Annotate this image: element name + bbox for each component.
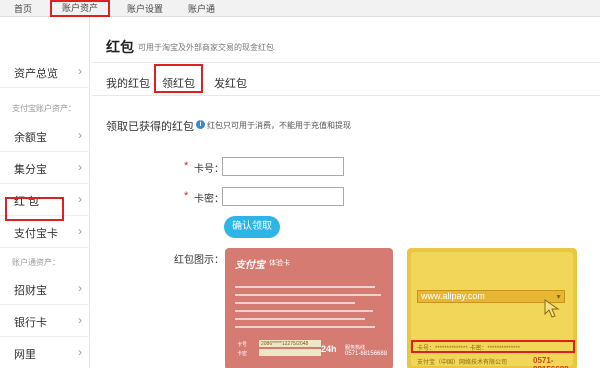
- sidebar-item-label: 余额宝: [14, 132, 47, 144]
- sidebar-item-wangli[interactable]: 网里 ›: [0, 337, 90, 368]
- chevron-right-icon: ›: [78, 224, 82, 238]
- card-kind: 体验卡: [269, 260, 290, 267]
- sidebar-group-alipay: 支付宝账户资产：: [12, 104, 76, 113]
- tab-highlight-box: [154, 64, 203, 93]
- 24h-logo: 24h: [321, 344, 337, 354]
- text-line: [235, 310, 373, 312]
- mouse-cursor-icon: [544, 299, 560, 318]
- info-icon: i: [196, 120, 205, 129]
- service-phone: 0571-88156688: [533, 356, 569, 368]
- sidebar-item-zhaocaibao[interactable]: 招财宝 ›: [0, 273, 90, 305]
- required-mark: *: [184, 160, 189, 172]
- text-line: [235, 318, 365, 320]
- chevron-right-icon: ›: [78, 64, 82, 78]
- sidebar-item-jifenbao[interactable]: 集分宝 ›: [0, 152, 90, 184]
- claim-section-label: 领取已获得的红包: [106, 121, 194, 133]
- tab-account-settings[interactable]: 账户设置: [127, 2, 163, 15]
- service-phone: 0571-88156688: [345, 351, 388, 357]
- card-number-input[interactable]: [222, 157, 344, 176]
- text-line: [235, 286, 375, 288]
- tab-account-assets[interactable]: 账户资产: [50, 0, 111, 17]
- example-label: 红包图示：: [174, 255, 224, 266]
- card-number-label: 卡号：: [194, 164, 224, 175]
- sidebar-group-account-link: 账户通资产：: [12, 258, 60, 267]
- url-field: www.alipay.com ▼: [417, 290, 565, 303]
- sidebar-item-label: 银行卡: [14, 317, 47, 329]
- divider: [92, 95, 600, 96]
- card-password-field: [259, 349, 321, 356]
- service-label: 服务热线: [345, 345, 366, 351]
- divider: [92, 62, 600, 63]
- main-content: 红包 可用于淘宝及外部商家交易的现金红包 我的红包 领红包 发红包 领取已获得的…: [92, 17, 600, 368]
- page-title: 红包: [106, 39, 134, 55]
- card-password-label: 卡密：: [194, 194, 224, 205]
- chevron-right-icon: ›: [78, 160, 82, 174]
- confirm-claim-button[interactable]: 确认领取: [224, 216, 280, 238]
- chevron-right-icon: ›: [78, 345, 82, 359]
- tab-account-link[interactable]: 账户通: [188, 2, 215, 15]
- text-line: [235, 294, 381, 296]
- card-info-text: 卡号：************** 卡密：**************: [417, 346, 521, 352]
- alipay-logo: 支付宝: [235, 260, 265, 271]
- chevron-right-icon: ›: [78, 281, 82, 295]
- sidebar-item-yinhangka[interactable]: 银行卡 ›: [0, 305, 90, 337]
- text-line: [235, 326, 375, 328]
- text-line: [235, 302, 355, 304]
- sidebar-item-label: 支付宝卡: [14, 228, 58, 240]
- tab-home[interactable]: 首页: [14, 2, 32, 15]
- example-card-back: www.alipay.com ▼ 卡号：************** 卡密：**…: [407, 248, 577, 368]
- url-text: www.alipay.com: [421, 291, 485, 301]
- page-subtitle: 可用于淘宝及外部商家交易的现金红包: [138, 43, 274, 52]
- sidebar-item-yuebao[interactable]: 余额宝 ›: [0, 120, 90, 152]
- example-card-front: 支付宝 体验卡 卡号 卡密 2086*****12275/2048 24h 服务…: [225, 248, 393, 368]
- top-nav: 首页 账户资产 账户设置 账户通: [0, 0, 600, 17]
- required-mark: *: [184, 190, 189, 202]
- sidebar-item-overview[interactable]: 资产总览 ›: [0, 56, 90, 88]
- tab-send-hongbao[interactable]: 发红包: [214, 75, 247, 91]
- chevron-right-icon: ›: [78, 192, 82, 206]
- info-note: 红包只可用于消费，不能用于充值和提现: [207, 121, 351, 130]
- card-number-value: 2086*****12275/2048: [261, 341, 309, 347]
- sidebar-item-label: 资产总览: [14, 68, 58, 80]
- chevron-right-icon: ›: [78, 313, 82, 327]
- sidebar: 资产总览 › 支付宝账户资产： 余额宝 › 集分宝 › 红 包 › 支付宝卡 ›…: [0, 17, 90, 368]
- sidebar-item-zhifubaoka[interactable]: 支付宝卡 ›: [0, 216, 90, 248]
- card-password-input[interactable]: [222, 187, 344, 206]
- card-inner: www.alipay.com ▼ 卡号：************** 卡密：**…: [411, 252, 575, 368]
- sidebar-item-label: 网里: [14, 349, 36, 361]
- chevron-right-icon: ›: [78, 128, 82, 142]
- sidebar-item-label: 招财宝: [14, 285, 47, 297]
- card-pwd-label: 卡密: [237, 351, 248, 357]
- sidebar-item-label: 集分宝: [14, 164, 47, 176]
- brand-text: 支付宝（中国）网络技术有限公司: [417, 360, 508, 366]
- card-num-label: 卡号: [237, 342, 248, 348]
- tab-my-hongbao[interactable]: 我的红包: [106, 75, 150, 91]
